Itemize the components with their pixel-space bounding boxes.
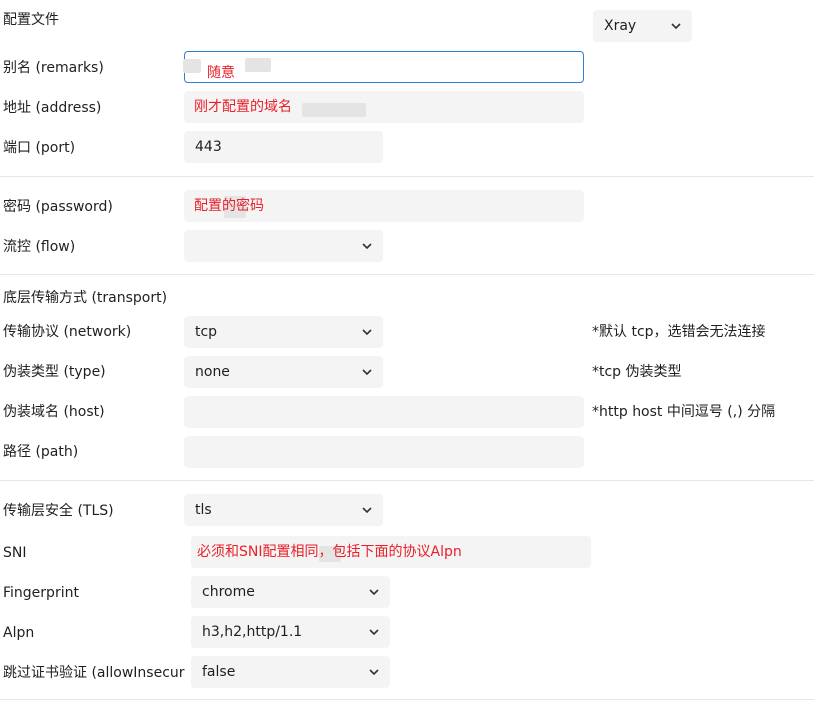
chevron-down-icon <box>360 239 374 253</box>
allow-insecure-select-value: false <box>202 664 236 680</box>
host-label: 伪装域名 (host) <box>3 404 105 420</box>
flow-label: 流控 (flow) <box>3 239 76 255</box>
type-select[interactable]: none <box>184 356 383 388</box>
path-input[interactable] <box>184 436 584 468</box>
port-value: 443 <box>195 139 222 155</box>
chevron-down-icon <box>360 325 374 339</box>
password-label: 密码 (password) <box>3 199 113 215</box>
section-divider <box>0 699 814 700</box>
fingerprint-select-value: chrome <box>202 584 255 600</box>
chevron-down-icon <box>360 365 374 379</box>
tls-select-value: tls <box>195 502 212 518</box>
alpn-select-value: h3,h2,http/1.1 <box>202 624 303 640</box>
flow-select[interactable] <box>184 230 383 262</box>
alpn-label: Alpn <box>3 625 35 641</box>
remarks-input[interactable]: 随意 <box>183 51 584 83</box>
allow-insecure-label: 跳过证书验证 (allowInsecure <box>3 665 185 681</box>
fingerprint-label: Fingerprint <box>3 585 79 601</box>
remarks-value: 随意 <box>207 65 235 81</box>
sni-label: SNI <box>3 545 27 561</box>
sni-input[interactable]: 必须和SNI配置相同，包括下面的协议Alpn <box>191 536 591 568</box>
tls-select[interactable]: tls <box>184 494 383 526</box>
chevron-down-icon <box>669 19 683 33</box>
transport-section-title: 底层传输方式 (transport) <box>3 290 168 306</box>
profile-select-value: Xray <box>604 18 637 34</box>
network-label: 传输协议 (network) <box>3 324 132 340</box>
allow-insecure-select[interactable]: false <box>191 656 390 688</box>
network-note: *默认 tcp，选错会无法连接 <box>592 324 766 340</box>
remarks-label: 别名 (remarks) <box>3 60 104 76</box>
redaction-blur <box>302 103 366 117</box>
type-note: *tcp 伪装类型 <box>592 364 682 380</box>
host-input[interactable] <box>184 396 584 428</box>
redaction-blur <box>245 58 271 72</box>
chevron-down-icon <box>367 625 381 639</box>
network-select-value: tcp <box>195 324 218 340</box>
host-note: *http host 中间逗号 (,) 分隔 <box>592 404 776 420</box>
profile-label: 配置文件 <box>3 12 59 28</box>
chevron-down-icon <box>367 665 381 679</box>
port-input[interactable]: 443 <box>184 131 383 163</box>
section-divider <box>0 274 814 275</box>
chevron-down-icon <box>367 585 381 599</box>
section-divider <box>0 480 814 481</box>
password-value: 配置的密码 <box>194 198 264 214</box>
tls-label: 传输层安全 (TLS) <box>3 503 114 519</box>
address-value: 刚才配置的域名 <box>194 99 292 115</box>
fingerprint-select[interactable]: chrome <box>191 576 390 608</box>
chevron-down-icon <box>360 503 374 517</box>
redaction-blur <box>183 59 201 73</box>
alpn-select[interactable]: h3,h2,http/1.1 <box>191 616 390 648</box>
path-label: 路径 (path) <box>3 444 79 460</box>
address-input[interactable]: 刚才配置的域名 <box>184 91 584 123</box>
sni-value: 必须和SNI配置相同，包括下面的协议Alpn <box>197 544 462 560</box>
type-select-value: none <box>195 364 230 380</box>
password-input[interactable]: 配置的密码 <box>184 190 584 222</box>
port-label: 端口 (port) <box>3 140 76 156</box>
profile-select[interactable]: Xray <box>593 10 692 42</box>
section-divider <box>0 176 814 177</box>
network-select[interactable]: tcp <box>184 316 383 348</box>
type-label: 伪装类型 (type) <box>3 364 106 380</box>
address-label: 地址 (address) <box>3 100 102 116</box>
